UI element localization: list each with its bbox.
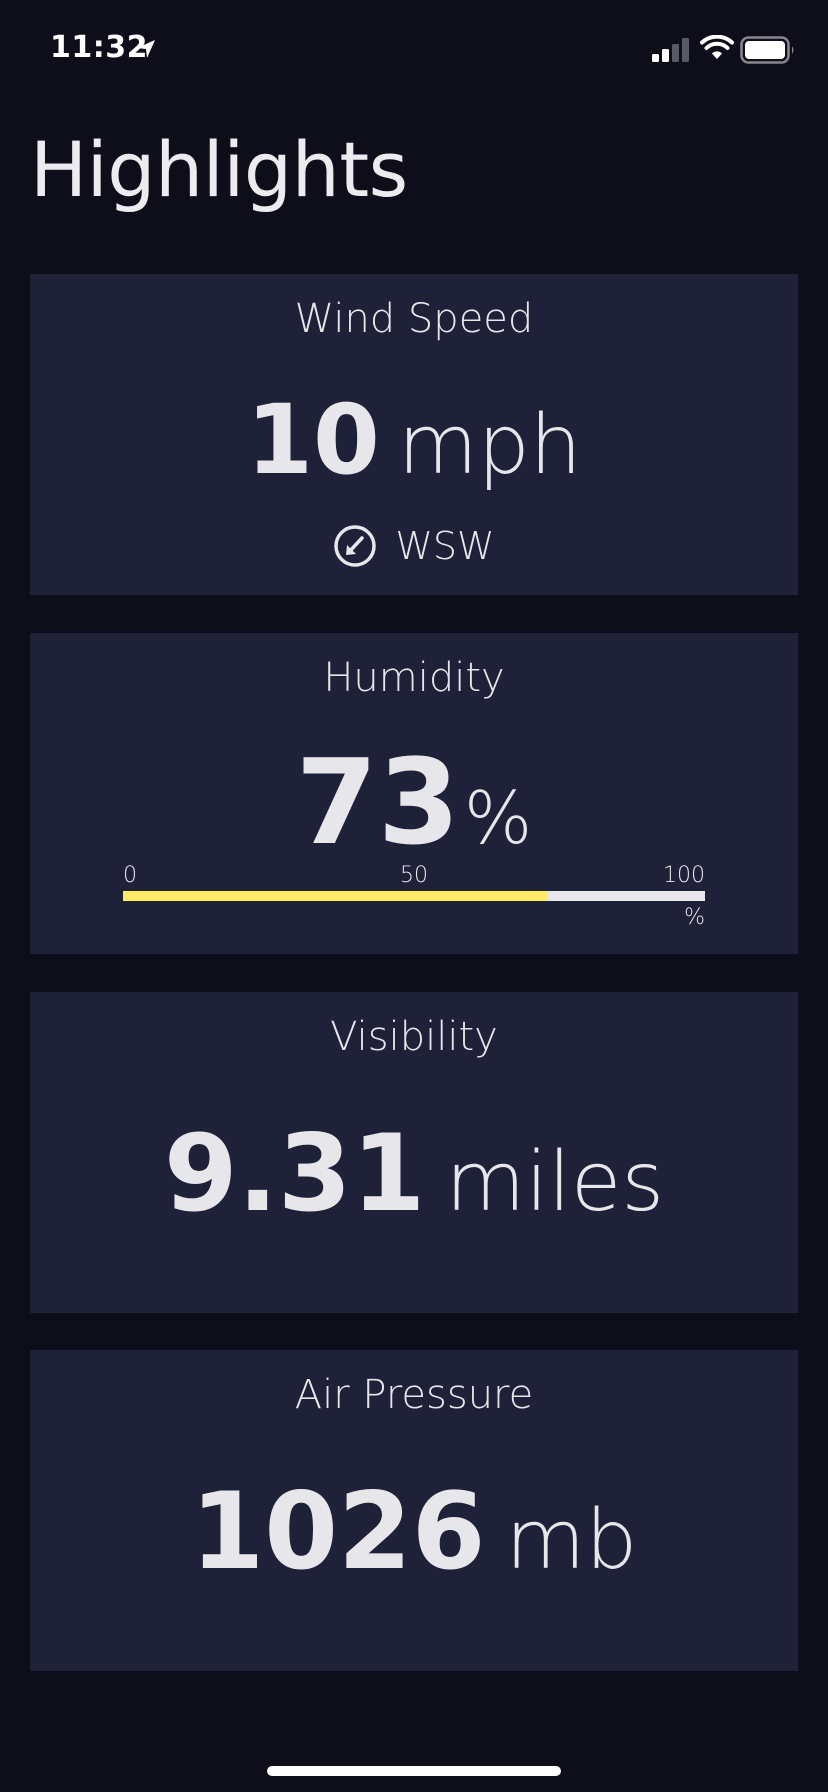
air-pressure-unit: mb (505, 1493, 638, 1588)
humidity-value: 73% (30, 733, 798, 871)
visibility-card: Visibility 9.31 miles (30, 992, 798, 1313)
scale-label-max: 100 (663, 863, 705, 888)
page-title: Highlights (30, 125, 408, 214)
scale-label-mid: 50 (400, 863, 428, 888)
air-pressure-card: Air Pressure 1026 mb (30, 1350, 798, 1671)
visibility-title: Visibility (330, 1014, 498, 1060)
humidity-progress-fill (123, 891, 548, 901)
air-pressure-title: Air Pressure (294, 1372, 534, 1418)
wind-direction-label: WSW (395, 524, 495, 568)
humidity-title: Humidity (323, 655, 505, 701)
location-arrow-icon (137, 40, 155, 58)
home-indicator[interactable] (267, 1766, 561, 1776)
wind-direction: WSW (30, 524, 798, 568)
wind-speed-number: 10 (246, 384, 380, 496)
visibility-number: 9.31 (163, 1112, 426, 1235)
wifi-icon (700, 35, 734, 59)
wind-speed-value: 10 mph (30, 384, 798, 496)
scale-label-min: 0 (123, 863, 137, 888)
humidity-unit: % (463, 776, 533, 860)
battery-icon (740, 36, 794, 64)
visibility-unit: miles (445, 1135, 665, 1230)
signal-icon (652, 38, 689, 62)
humidity-progress-bar (123, 891, 705, 901)
wind-speed-card: Wind Speed 10 mph WSW (30, 274, 798, 595)
air-pressure-number: 1026 (190, 1470, 486, 1593)
status-bar: 11:32 (0, 0, 828, 100)
wind-speed-unit: mph (397, 398, 582, 493)
status-time: 11:32 (50, 30, 148, 65)
air-pressure-value: 1026 mb (30, 1470, 798, 1593)
wind-speed-title: Wind Speed (294, 296, 534, 342)
compass-arrow-icon (334, 525, 377, 567)
humidity-number: 73 (295, 733, 460, 871)
humidity-scale-labels: 0 50 100 (123, 863, 705, 889)
humidity-card: Humidity 73% 0 50 100 % (30, 633, 798, 954)
visibility-value: 9.31 miles (30, 1112, 798, 1235)
scale-unit-label: % (684, 905, 705, 930)
